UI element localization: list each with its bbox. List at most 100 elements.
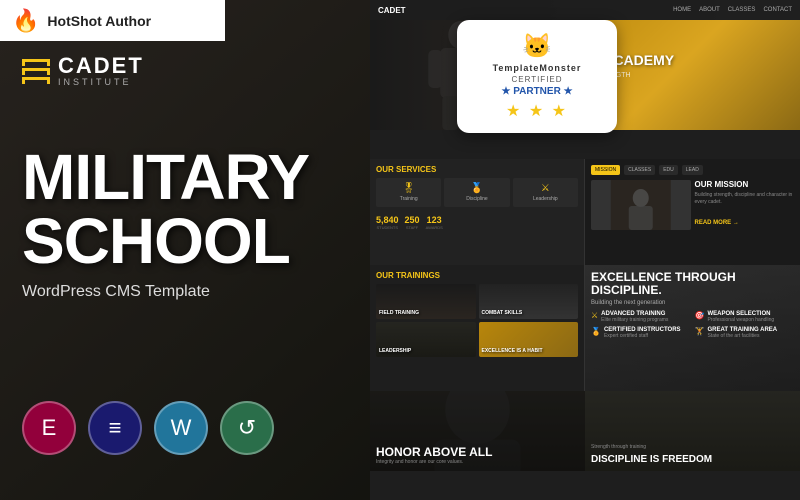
feature-training-area: 🏋 GREAT TRAINING AREA State of the art f… bbox=[695, 327, 795, 339]
training-card-3: LEADERSHIP bbox=[376, 322, 476, 357]
title-line1: MILITARY bbox=[22, 145, 309, 209]
advanced-training-text: ADVANCED TRAINING Elite military trainin… bbox=[601, 311, 668, 323]
service-label-3: Leadership bbox=[516, 196, 575, 202]
weapon-selection-text: WEAPON SELECTION Professional weapon han… bbox=[707, 311, 774, 323]
training-card-2: COMBAT SKILLS bbox=[479, 284, 579, 319]
stat-label-awards: AWARDS bbox=[426, 225, 443, 230]
hotshot-icon: 🔥 bbox=[12, 8, 39, 34]
wordpress-icon: W bbox=[171, 415, 192, 441]
uf-badge[interactable]: ≡ bbox=[88, 401, 142, 455]
left-panel: CADET INSTITUTE MILITARY SCHOOL WordPres… bbox=[0, 0, 370, 500]
stat-students: 5,840 STUDENTS bbox=[376, 215, 399, 230]
chevron-1 bbox=[22, 59, 50, 66]
mission-text-area: OUR MISSION Building strength, disciplin… bbox=[695, 180, 795, 230]
services-cards: 🎖 Training 🏅 Discipline ⚔ Leadership bbox=[376, 178, 578, 207]
advanced-training-icon: ⚔ bbox=[591, 311, 598, 320]
stats-row: 5,840 STUDENTS 250 STAFF 123 AWARDS bbox=[376, 215, 578, 230]
instructors-icon: 🏅 bbox=[591, 327, 601, 336]
preview-services-section: OUR SERVICES 🎖 Training 🏅 Discipline ⚔ L… bbox=[370, 159, 585, 265]
revolution-icon: ↺ bbox=[238, 415, 256, 441]
preview-nav: CADET HOME ABOUT CLASSES CONTACT bbox=[370, 0, 800, 20]
mission-text-title: OUR MISSION bbox=[695, 180, 795, 189]
tm-certified: CERTIFIED bbox=[475, 75, 599, 84]
mission-tab-active[interactable]: MISSION bbox=[591, 165, 620, 175]
title-line2: SCHOOL bbox=[22, 209, 309, 273]
excellence-title: EXCELLENCE THROUGH DISCIPLINE. bbox=[591, 271, 794, 297]
nav-home: HOME bbox=[673, 7, 691, 13]
mission-image-icon bbox=[591, 180, 691, 230]
elementor-icon: E bbox=[42, 415, 57, 441]
services-title: OUR SERVICES bbox=[376, 165, 578, 174]
excellence-content: EXCELLENCE THROUGH DISCIPLINE. Building … bbox=[591, 271, 794, 339]
training-card-excellence: EXCELLENCE IS A HABIT bbox=[479, 322, 579, 357]
elementor-badge[interactable]: E bbox=[22, 401, 76, 455]
cadet-name: CADET bbox=[58, 55, 144, 77]
service-label-2: Discipline bbox=[447, 196, 506, 202]
service-icon-1: 🎖 bbox=[379, 183, 438, 194]
mission-image bbox=[591, 180, 691, 230]
uf-icon: ≡ bbox=[109, 415, 122, 441]
service-label-1: Training bbox=[379, 196, 438, 202]
training-title: OUR TRAININGS bbox=[376, 271, 578, 280]
preview-nav-links: HOME ABOUT CLASSES CONTACT bbox=[673, 7, 792, 13]
cadet-text: CADET INSTITUTE bbox=[58, 55, 144, 87]
instructors-label: CERTIFIED INSTRUCTORS bbox=[604, 327, 681, 333]
cadet-subtitle: INSTITUTE bbox=[58, 77, 144, 87]
advanced-training-desc: Elite military training programs bbox=[601, 317, 668, 323]
feature-icons-grid: ⚔ ADVANCED TRAINING Elite military train… bbox=[591, 311, 794, 339]
mission-text-body: Building strength, discipline and charac… bbox=[695, 192, 795, 206]
revolution-badge[interactable]: ↺ bbox=[220, 401, 274, 455]
stat-label-staff: STAFF bbox=[405, 225, 420, 230]
training-excellence-label: EXCELLENCE IS A HABIT bbox=[482, 348, 543, 354]
wordpress-badge[interactable]: W bbox=[154, 401, 208, 455]
preview-honor-section: HONOR ABOVE ALL Integrity and honor are … bbox=[370, 391, 585, 471]
main-title-block: MILITARY SCHOOL WordPress CMS Template bbox=[22, 145, 309, 301]
mission-tab-leadership[interactable]: LEAD bbox=[682, 165, 703, 175]
stat-num-staff: 250 bbox=[405, 215, 420, 225]
stat-label-students: STUDENTS bbox=[376, 225, 399, 230]
chevron-3 bbox=[22, 77, 50, 84]
training-card-label-1: FIELD TRAINING bbox=[379, 310, 419, 316]
cadet-chevrons-icon bbox=[22, 59, 50, 84]
training-card-label-3: LEADERSHIP bbox=[379, 348, 411, 354]
service-card-3: ⚔ Leadership bbox=[513, 178, 578, 207]
instructors-desc: Expert certified staff bbox=[604, 333, 681, 339]
training-area-label: GREAT TRAINING AREA bbox=[707, 327, 777, 333]
mission-tab-edu[interactable]: EDU bbox=[659, 165, 678, 175]
chevron-2 bbox=[22, 68, 50, 75]
mission-content: OUR MISSION Building strength, disciplin… bbox=[591, 180, 794, 230]
training-card-label-2: COMBAT SKILLS bbox=[482, 310, 523, 316]
weapon-selection-label: WEAPON SELECTION bbox=[707, 311, 774, 317]
tech-icons-row: E ≡ W ↺ bbox=[22, 401, 274, 455]
training-card-1: FIELD TRAINING bbox=[376, 284, 476, 319]
header-bar: 🔥 HotShot Author bbox=[0, 0, 225, 41]
preview-excellence-section: EXCELLENCE THROUGH DISCIPLINE. Building … bbox=[585, 265, 800, 392]
preview-discipline-section: Strength through training DISCIPLINE IS … bbox=[585, 391, 800, 471]
feature-instructors: 🏅 CERTIFIED INSTRUCTORS Expert certified… bbox=[591, 327, 691, 339]
discipline-desc: Strength through training bbox=[591, 444, 794, 450]
instructors-text: CERTIFIED INSTRUCTORS Expert certified s… bbox=[604, 327, 681, 339]
preview-bottom-row: HONOR ABOVE ALL Integrity and honor are … bbox=[370, 391, 800, 471]
tm-partner: ★ PARTNER ★ bbox=[475, 86, 599, 97]
preview-training-section: OUR TRAININGS FIELD TRAINING COMBAT SKIL… bbox=[370, 265, 585, 392]
mission-read-more[interactable]: READ MORE → bbox=[695, 211, 795, 229]
nav-classes: CLASSES bbox=[728, 7, 756, 13]
stat-num-awards: 123 bbox=[426, 215, 443, 225]
service-card-2: 🏅 Discipline bbox=[444, 178, 509, 207]
preview-mission-section: MISSION CLASSES EDU LEAD OUR MISSION Bui… bbox=[585, 159, 800, 265]
advanced-training-label: ADVANCED TRAINING bbox=[601, 311, 668, 317]
training-area-text: GREAT TRAINING AREA State of the art fac… bbox=[707, 327, 777, 339]
templatemonster-badge: 🐱 TemplateMonster CERTIFIED ★ PARTNER ★ … bbox=[457, 20, 617, 133]
stat-staff: 250 STAFF bbox=[405, 215, 420, 230]
training-area-desc: State of the art facilities bbox=[707, 333, 777, 339]
tm-stars: ★ ★ ★ bbox=[475, 101, 599, 121]
feature-advanced-training: ⚔ ADVANCED TRAINING Elite military train… bbox=[591, 311, 691, 323]
nav-contact: CONTACT bbox=[763, 7, 792, 13]
mission-nav-tabs: MISSION CLASSES EDU LEAD bbox=[591, 165, 794, 175]
stat-num-students: 5,840 bbox=[376, 215, 399, 225]
service-icon-3: ⚔ bbox=[516, 183, 575, 194]
training-grid: FIELD TRAINING COMBAT SKILLS LEADERSHIP … bbox=[376, 284, 578, 357]
honor-text: Integrity and honor are our core values. bbox=[376, 459, 579, 465]
mission-tab-classes[interactable]: CLASSES bbox=[624, 165, 655, 175]
discipline-title: DISCIPLINE IS FREEDOM bbox=[591, 454, 794, 465]
